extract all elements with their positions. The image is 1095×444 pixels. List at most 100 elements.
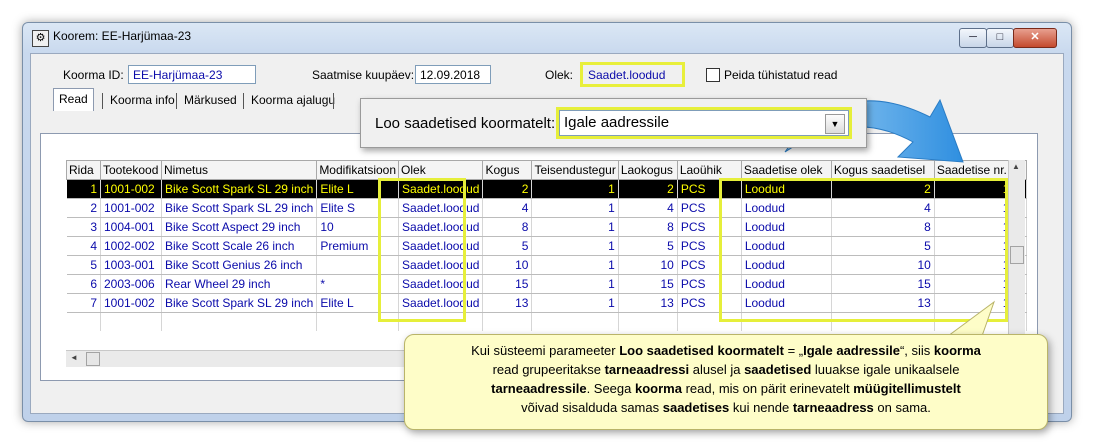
tab-koorma-info[interactable]: Koorma info — [105, 90, 180, 110]
col-header[interactable]: Tootekood — [100, 160, 162, 180]
table-row[interactable]: 6 2003-006 Rear Wheel 29 inch * Saadet.loodu… — [66, 274, 1027, 294]
cell-kogus[interactable]: 4 — [482, 198, 533, 218]
cell-laokogus[interactable]: 5 — [618, 236, 678, 256]
cell-laokogus[interactable]: 2 — [618, 179, 678, 199]
cell-modifikatsioon[interactable] — [316, 255, 400, 275]
cell-teisendustegur[interactable]: 1 — [531, 293, 619, 313]
cell-tootekood[interactable]: 1001-002 — [100, 198, 162, 218]
cell-rida[interactable]: 1 — [66, 179, 101, 199]
saatmise-kuupaev-field[interactable]: 12.09.2018 — [415, 65, 491, 84]
cell-saadetise-olek[interactable]: Loodud — [741, 293, 832, 313]
close-button[interactable]: ✕ — [1013, 28, 1057, 48]
cell-saadetise-olek[interactable]: Loodud — [741, 274, 832, 294]
table-row[interactable]: 7 1001-002 Bike Scott Spark SL 29 inch Elit… — [66, 293, 1027, 313]
cell-laouhik[interactable]: PCS — [677, 236, 742, 256]
col-header[interactable]: Laoühik — [676, 160, 742, 180]
cell-teisendustegur[interactable]: 1 — [531, 255, 619, 275]
cell-saadetise-olek[interactable]: Loodud — [741, 217, 832, 237]
cell-laouhik[interactable]: PCS — [677, 274, 742, 294]
cell-modifikatsioon[interactable]: Premium — [316, 236, 400, 256]
koorma-id-field[interactable]: EE-Harjümaa-23 — [128, 65, 256, 84]
table-row[interactable]: 5 1003-001 Bike Scott Genius 26 inch Saadet… — [66, 255, 1027, 275]
cell-tootekood[interactable]: 2003-006 — [100, 274, 162, 294]
cell-saadetise-olek[interactable]: Loodud — [741, 255, 832, 275]
table-row[interactable]: 4 1002-002 Bike Scott Scale 26 inch Premium… — [66, 236, 1027, 256]
tab-read[interactable]: Read — [53, 88, 94, 111]
cell-teisendustegur[interactable]: 1 — [531, 217, 619, 237]
cell-laokogus[interactable]: 4 — [618, 198, 678, 218]
scroll-left-icon[interactable]: ◄ — [70, 353, 78, 362]
cell-tootekood[interactable]: 1001-002 — [100, 293, 162, 313]
cell-kogus[interactable]: 2 — [482, 179, 533, 199]
cell-nimetus[interactable]: Bike Scott Scale 26 inch — [161, 236, 318, 256]
cell-rida[interactable]: 5 — [66, 255, 101, 275]
loo-saadetised-select[interactable]: Igale aadressile ▼ — [556, 107, 852, 139]
cell-modifikatsioon[interactable]: Elite L — [316, 293, 400, 313]
col-header[interactable]: Kogus — [482, 160, 533, 180]
cell-kogus-saadetisel[interactable]: 8 — [831, 217, 935, 237]
cell-laouhik[interactable]: PCS — [677, 255, 742, 275]
cell-saadetise-olek[interactable]: Loodud — [741, 179, 832, 199]
cell-modifikatsioon[interactable]: Elite L — [316, 179, 400, 199]
cell-kogus-saadetisel[interactable]: 2 — [831, 179, 935, 199]
cell-kogus-saadetisel[interactable]: 10 — [831, 255, 935, 275]
cell-modifikatsioon[interactable]: 10 — [316, 217, 400, 237]
cell-kogus[interactable]: 10 — [482, 255, 533, 275]
vertical-scroll-thumb[interactable] — [1010, 246, 1024, 264]
cell-teisendustegur[interactable]: 1 — [531, 236, 619, 256]
cell-nimetus[interactable]: Bike Scott Spark SL 29 inch — [161, 179, 318, 199]
col-header[interactable]: Laokogus — [617, 160, 678, 180]
cell-laouhik[interactable]: PCS — [677, 179, 742, 199]
cell-tootekood[interactable]: 1002-002 — [100, 236, 162, 256]
chevron-down-icon[interactable]: ▼ — [825, 114, 845, 134]
peida-checkbox[interactable] — [706, 68, 720, 82]
cell-tootekood[interactable]: 1004-001 — [100, 217, 162, 237]
table-row[interactable]: 3 1004-001 Bike Scott Aspect 29 inch 10 Saad… — [66, 217, 1027, 237]
cell-olek[interactable]: Saadet.loodud — [398, 236, 484, 256]
minimize-button[interactable]: ─ — [959, 28, 987, 48]
cell-rida[interactable]: 4 — [66, 236, 101, 256]
cell-laokogus[interactable]: 8 — [618, 217, 678, 237]
cell-kogus[interactable]: 13 — [482, 293, 533, 313]
cell-teisendustegur[interactable]: 1 — [531, 179, 619, 199]
cell-saadetise-olek[interactable]: Loodud — [741, 236, 832, 256]
col-header[interactable]: Modifikatsioon — [316, 160, 400, 180]
col-header[interactable]: Nimetus — [160, 160, 318, 180]
table-row[interactable]: 2 1001-002 Bike Scott Spark SL 29 inch Elit… — [66, 198, 1027, 218]
cell-olek[interactable]: Saadet.loodud — [398, 179, 484, 199]
title-bar[interactable]: ⚙ Koorem: EE-Harjümaa-23 ─ □ ✕ — [23, 23, 1071, 51]
tab-markused[interactable]: Märkused — [179, 90, 242, 110]
cell-laokogus[interactable]: 15 — [618, 274, 678, 294]
cell-olek[interactable]: Saadet.loodud — [398, 217, 484, 237]
cell-tootekood[interactable]: 1001-002 — [100, 179, 162, 199]
cell-kogus-saadetisel[interactable]: 5 — [831, 236, 935, 256]
cell-teisendustegur[interactable]: 1 — [531, 274, 619, 294]
cell-kogus[interactable]: 8 — [482, 217, 533, 237]
cell-nimetus[interactable]: Bike Scott Spark SL 29 inch — [161, 198, 318, 218]
cell-laokogus[interactable]: 10 — [618, 255, 678, 275]
cell-laouhik[interactable]: PCS — [677, 293, 742, 313]
cell-olek[interactable]: Saadet.loodud — [398, 274, 484, 294]
col-header[interactable]: Teisendustegur — [531, 160, 619, 180]
tab-koorma-ajalugu[interactable]: Koorma ajalugu — [246, 90, 340, 110]
cell-kogus-saadetisel[interactable]: 13 — [831, 293, 935, 313]
cell-nimetus[interactable]: Rear Wheel 29 inch — [161, 274, 318, 294]
col-header[interactable]: Rida — [66, 160, 101, 180]
cell-laouhik[interactable]: PCS — [677, 217, 742, 237]
cell-rida[interactable]: 7 — [66, 293, 101, 313]
cell-kogus[interactable]: 15 — [482, 274, 533, 294]
cell-olek[interactable]: Saadet.loodud — [398, 198, 484, 218]
cell-kogus[interactable]: 5 — [482, 236, 533, 256]
scroll-up-icon[interactable]: ▲ — [1012, 162, 1020, 171]
cell-rida[interactable]: 2 — [66, 198, 101, 218]
cell-olek[interactable]: Saadet.loodud — [398, 293, 484, 313]
horizontal-scroll-thumb[interactable] — [86, 352, 100, 366]
cell-kogus-saadetisel[interactable]: 15 — [831, 274, 935, 294]
col-header[interactable]: Olek — [398, 160, 484, 180]
cell-tootekood[interactable]: 1003-001 — [100, 255, 162, 275]
cell-modifikatsioon[interactable]: Elite S — [316, 198, 400, 218]
cell-nimetus[interactable]: Bike Scott Aspect 29 inch — [161, 217, 318, 237]
cell-rida[interactable]: 3 — [66, 217, 101, 237]
table-row[interactable]: 1 1001-002 Bike Scott Spark SL 29 inch Elit… — [66, 179, 1027, 199]
cell-rida[interactable]: 6 — [66, 274, 101, 294]
